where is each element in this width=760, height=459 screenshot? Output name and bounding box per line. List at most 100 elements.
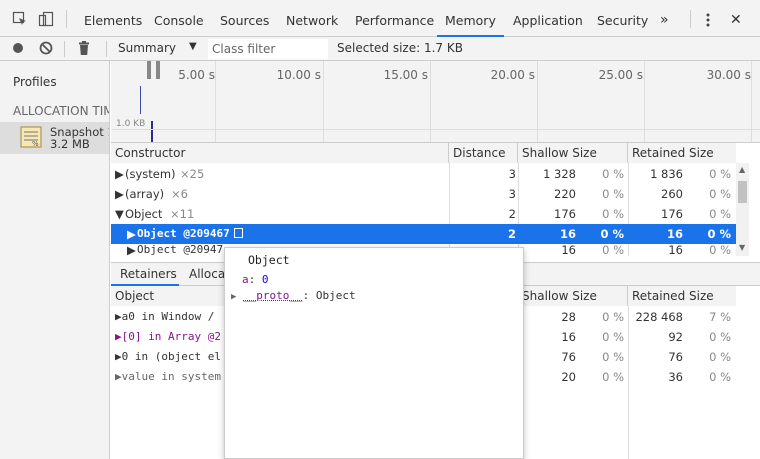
snapshot-icon: % (20, 126, 42, 151)
table-row[interactable]: ▶ (system) ×25 3 1 328 0 % 1 836 0 % (111, 164, 736, 184)
col-shallow-size[interactable]: Shallow Size (518, 286, 628, 306)
trash-icon[interactable] (78, 41, 90, 58)
snapshot-item[interactable]: % Snapshot 1 3.2 MB (0, 122, 109, 154)
constructor-name: Object (125, 207, 163, 221)
timeline-baseline (112, 129, 760, 130)
retained-size-percent: 7 % (709, 310, 731, 324)
devtools-tab-bar: Elements Console Sources Network Perform… (0, 0, 760, 37)
expand-arrow-icon[interactable]: ▶ (127, 224, 136, 244)
more-tabs-icon[interactable]: » (660, 0, 669, 36)
allocation-bar (140, 86, 141, 114)
shallow-size-percent: 0 % (602, 167, 624, 181)
object-preview-popover: Object a: 0 ▶ __proto__: Object (224, 247, 524, 459)
inspect-element-icon[interactable] (12, 11, 28, 27)
class-filter-input[interactable] (208, 39, 328, 59)
retainer-path: ▶a0 in Window / (115, 310, 215, 323)
retained-size-value: 76 (668, 350, 683, 364)
toolbar-separator (64, 41, 65, 57)
distance-value: 3 (508, 167, 516, 181)
scroll-thumb[interactable] (738, 181, 747, 203)
shallow-size-percent: 0 % (602, 350, 624, 364)
col-retained-size[interactable]: Retained Size (628, 286, 736, 306)
popover-proto-row[interactable]: ▶ __proto__: Object (231, 288, 356, 304)
allocation-timeline[interactable]: 5.00 s 10.00 s 15.00 s 20.00 s 25.00 s 3… (111, 61, 760, 143)
shallow-size-value: 16 (561, 244, 576, 256)
table-row-selected[interactable]: ▶ Object @209467 2 16 0 % 16 0 % (111, 224, 736, 244)
device-toolbar-icon[interactable] (38, 11, 54, 27)
chevron-down-icon[interactable]: ▼ (189, 41, 197, 52)
distance-value: 3 (508, 187, 516, 201)
retained-size-value: 1 836 (650, 167, 683, 181)
table-row[interactable]: ▼ Object ×11 2 176 0 % 176 0 % (111, 204, 736, 224)
col-shallow-size[interactable]: Shallow Size (518, 143, 628, 163)
shallow-size-value: 1 328 (543, 167, 576, 181)
proto-value: : Object (302, 289, 356, 302)
expand-arrow-icon[interactable]: ▶ (115, 184, 124, 204)
profiles-heading: Profiles (13, 75, 57, 89)
tab-network[interactable]: Network (286, 0, 338, 36)
col-distance[interactable]: Distance (449, 143, 518, 163)
scroll-down-icon[interactable]: ▼ (739, 243, 745, 252)
expand-arrow-icon[interactable]: ▶ (231, 292, 236, 302)
shallow-size-value: 16 (559, 227, 576, 241)
timeline-tick: 10.00 s (276, 68, 321, 82)
object-id: Object @209467 (137, 227, 230, 240)
tab-application[interactable]: Application (513, 0, 583, 36)
tab-memory[interactable]: Memory (437, 0, 504, 37)
allocation-bar (151, 121, 153, 142)
shallow-size-value: 176 (554, 207, 576, 221)
proto-name: __proto__ (243, 289, 303, 302)
constructor-name: (system) (125, 167, 176, 181)
view-select[interactable]: Summary (118, 41, 176, 55)
retained-size-percent: 0 % (709, 370, 731, 384)
shallow-size-percent: 0 % (602, 244, 624, 256)
collapse-arrow-icon[interactable]: ▼ (115, 204, 124, 224)
selection-handle-left[interactable] (147, 61, 151, 79)
expand-arrow-icon[interactable]: ▶ (127, 244, 136, 256)
record-icon[interactable] (12, 42, 24, 57)
property-name: a (242, 273, 249, 286)
allocation-timeline-section: ALLOCATION TIME (13, 104, 109, 118)
expand-arrow-icon[interactable]: ▶ (115, 164, 124, 184)
scroll-up-icon[interactable]: ▲ (739, 165, 745, 174)
timeline-tick: 30.00 s (706, 68, 751, 82)
shallow-size-percent: 0 % (600, 227, 624, 241)
retainer-path: ▶0 in (object el (115, 350, 221, 363)
distance-value: 2 (508, 207, 516, 221)
store-as-global-icon[interactable] (234, 228, 243, 238)
timeline-tick: 25.00 s (598, 68, 643, 82)
tab-elements[interactable]: Elements (84, 0, 142, 36)
property-value: 0 (261, 273, 269, 286)
retainer-path: ▶value in system (115, 370, 221, 383)
instance-count: ×25 (180, 167, 205, 181)
retained-size-value: 36 (668, 370, 683, 384)
snapshot-size: 3.2 MB (50, 137, 90, 151)
tab-separator (66, 10, 67, 28)
retained-size-percent: 0 % (709, 167, 731, 181)
shallow-size-percent: 0 % (602, 370, 624, 384)
clear-all-icon[interactable] (39, 41, 53, 58)
instance-count: ×11 (170, 207, 195, 221)
distance-value: 2 (507, 227, 516, 241)
kebab-menu-icon[interactable] (704, 0, 712, 36)
table-row[interactable]: ▶ (array) ×6 3 220 0 % 260 0 % (111, 184, 736, 204)
timeline-tick: 5.00 s (178, 68, 215, 82)
retained-size-value: 228 468 (635, 310, 683, 324)
tab-retainers[interactable]: Retainers (120, 267, 177, 281)
constructor-scrollbar[interactable]: ▲ ▼ (736, 163, 749, 256)
selection-handle-right[interactable] (156, 61, 160, 79)
shallow-size-percent: 0 % (602, 187, 624, 201)
shallow-size-percent: 0 % (602, 207, 624, 221)
tab-console[interactable]: Console (154, 0, 204, 36)
popover-title: Object (248, 253, 290, 267)
close-icon[interactable]: ✕ (730, 0, 742, 36)
timeline-y-label: 1.0 KB (116, 119, 146, 129)
retained-size-value: 16 (666, 227, 683, 241)
tab-sources[interactable]: Sources (220, 0, 269, 36)
col-constructor[interactable]: Constructor (111, 143, 449, 163)
retained-size-value: 92 (668, 330, 683, 344)
tab-performance[interactable]: Performance (355, 0, 434, 36)
tab-security[interactable]: Security (597, 0, 648, 36)
col-retained-size[interactable]: Retained Size (628, 143, 736, 163)
popover-property: a: 0 (242, 272, 269, 288)
